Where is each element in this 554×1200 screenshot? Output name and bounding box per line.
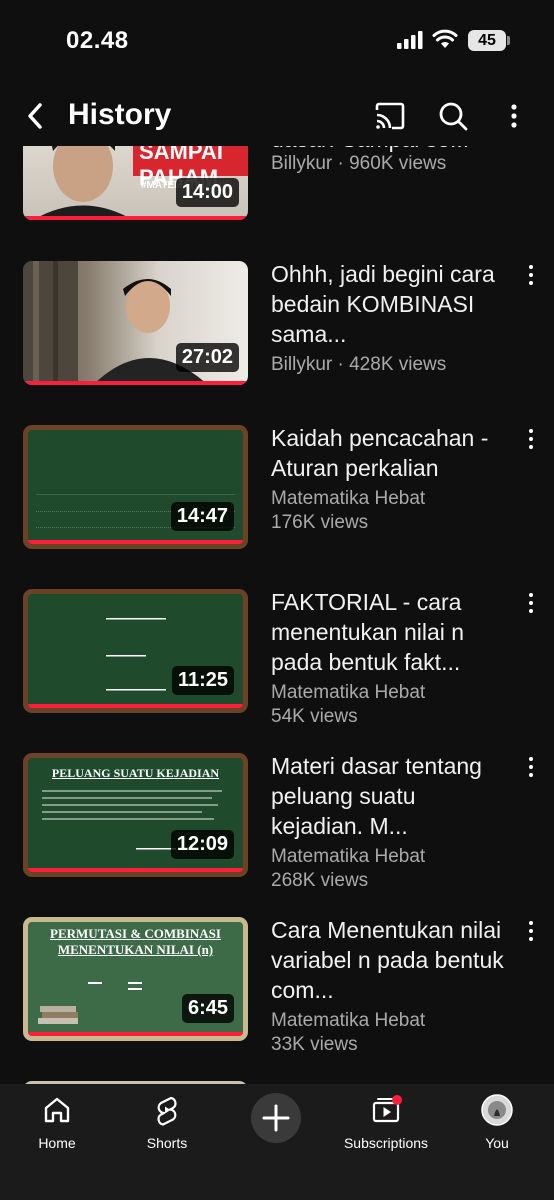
video-item[interactable]: 14:47 Kaidah pencacahan - Aturan perkali…: [0, 425, 554, 555]
video-views: 176K views: [271, 512, 369, 533]
plus-icon: [262, 1104, 290, 1132]
video-title[interactable]: Materi dasar tentang peluang suatu kejad…: [271, 751, 507, 841]
video-options-icon[interactable]: [520, 589, 542, 619]
nav-shorts-label: Shorts: [146, 1135, 188, 1151]
nav-you-label: You: [485, 1135, 509, 1151]
video-meta: Billykur · 960K views: [271, 153, 447, 174]
video-views: 33K views: [271, 1034, 358, 1055]
video-item[interactable]: PELUANG SUATU KEJADIAN 12:09 Materi dasa…: [0, 751, 554, 891]
video-thumbnail[interactable]: 14:47: [23, 425, 248, 549]
page-title: History: [68, 98, 172, 131]
watch-progress-bar: [28, 704, 243, 708]
video-thumbnail[interactable]: SAMPAI PAHAM #MATEMATIKASIK 14:00: [23, 146, 248, 220]
watch-progress-bar: [28, 540, 243, 544]
subscriptions-icon: [372, 1095, 402, 1123]
video-views: 268K views: [271, 870, 369, 891]
watch-progress-bar: [23, 381, 248, 385]
status-time: 02.48: [66, 27, 129, 54]
video-item[interactable]: 11:25 FAKTORIAL - cara menentukan nilai …: [0, 587, 554, 727]
video-thumbnail[interactable]: 27:02: [23, 261, 248, 385]
video-options-icon[interactable]: [520, 917, 542, 947]
video-channel: Matematika Hebat: [271, 488, 426, 509]
nav-subscriptions-label: Subscriptions: [343, 1135, 429, 1151]
more-options-icon[interactable]: [494, 96, 534, 136]
video-options-icon[interactable]: [520, 753, 542, 783]
video-channel: Matematika Hebat: [271, 682, 426, 703]
watch-progress-bar: [28, 868, 243, 872]
wifi-icon: [432, 29, 458, 48]
bottom-navigation: Home Shorts Subscriptions You: [0, 1084, 554, 1200]
video-duration: 11:25: [171, 666, 234, 695]
video-item[interactable]: PERMUTASI & COMBINASI MENENTUKAN NILAI (…: [0, 915, 554, 1055]
thumbnail-art: [36, 436, 235, 544]
video-title[interactable]: Ohhh, jadi begini cara bedain KOMBINASI …: [271, 259, 507, 349]
video-thumbnail[interactable]: PELUANG SUATU KEJADIAN 12:09: [23, 753, 248, 877]
video-title[interactable]: FAKTORIAL - cara menentukan nilai n pada…: [271, 587, 507, 677]
nav-home-label: Home: [38, 1135, 76, 1151]
avatar: [481, 1094, 513, 1126]
app-header: History: [0, 86, 554, 146]
video-item[interactable]: 27:02 Ohhh, jadi begini cara bedain KOMB…: [0, 261, 554, 391]
watch-progress-bar: [23, 216, 248, 220]
history-list: SAMPAI PAHAM #MATEMATIKASIK 14:00 materi…: [0, 146, 554, 1084]
cellular-signal-icon: [397, 31, 423, 49]
status-bar: 02.48 45: [0, 0, 554, 86]
video-duration: 14:00: [175, 178, 239, 207]
shorts-icon: [157, 1096, 177, 1126]
video-duration: 14:47: [170, 502, 234, 531]
video-duration: 27:02: [175, 343, 239, 372]
battery-tip: [507, 36, 510, 45]
video-meta: Billykur · 428K views: [271, 354, 447, 375]
video-channel: Matematika Hebat: [271, 846, 426, 867]
video-views: 54K views: [271, 706, 358, 727]
watch-progress-bar: [28, 1032, 243, 1036]
video-thumbnail[interactable]: PERMUTASI & COMBINASI MENENTUKAN NILAI (…: [23, 917, 248, 1041]
video-options-icon[interactable]: [520, 261, 542, 291]
nav-shorts[interactable]: Shorts: [112, 1094, 222, 1151]
video-channel: Matematika Hebat: [271, 1010, 426, 1031]
cast-icon[interactable]: [370, 96, 410, 136]
video-duration: 12:09: [170, 830, 234, 859]
home-icon: [44, 1097, 70, 1123]
video-title[interactable]: Kaidah pencacahan - Aturan perkalian: [271, 423, 507, 483]
nav-subscriptions[interactable]: Subscriptions: [331, 1094, 441, 1151]
video-options-icon[interactable]: [520, 425, 542, 455]
video-thumbnail[interactable]: 11:25: [23, 589, 248, 713]
nav-home[interactable]: Home: [2, 1094, 112, 1151]
create-button[interactable]: [251, 1093, 301, 1143]
video-title[interactable]: Cara Menentukan nilai variabel n pada be…: [271, 915, 507, 1005]
search-icon[interactable]: [433, 96, 473, 136]
nav-you[interactable]: You: [442, 1094, 552, 1151]
battery-indicator: 45: [468, 30, 506, 51]
back-arrow-icon[interactable]: [18, 96, 58, 136]
video-item[interactable]: SAMPAI PAHAM #MATEMATIKASIK 14:00 materi…: [0, 146, 554, 226]
video-duration: 6:45: [181, 994, 234, 1023]
